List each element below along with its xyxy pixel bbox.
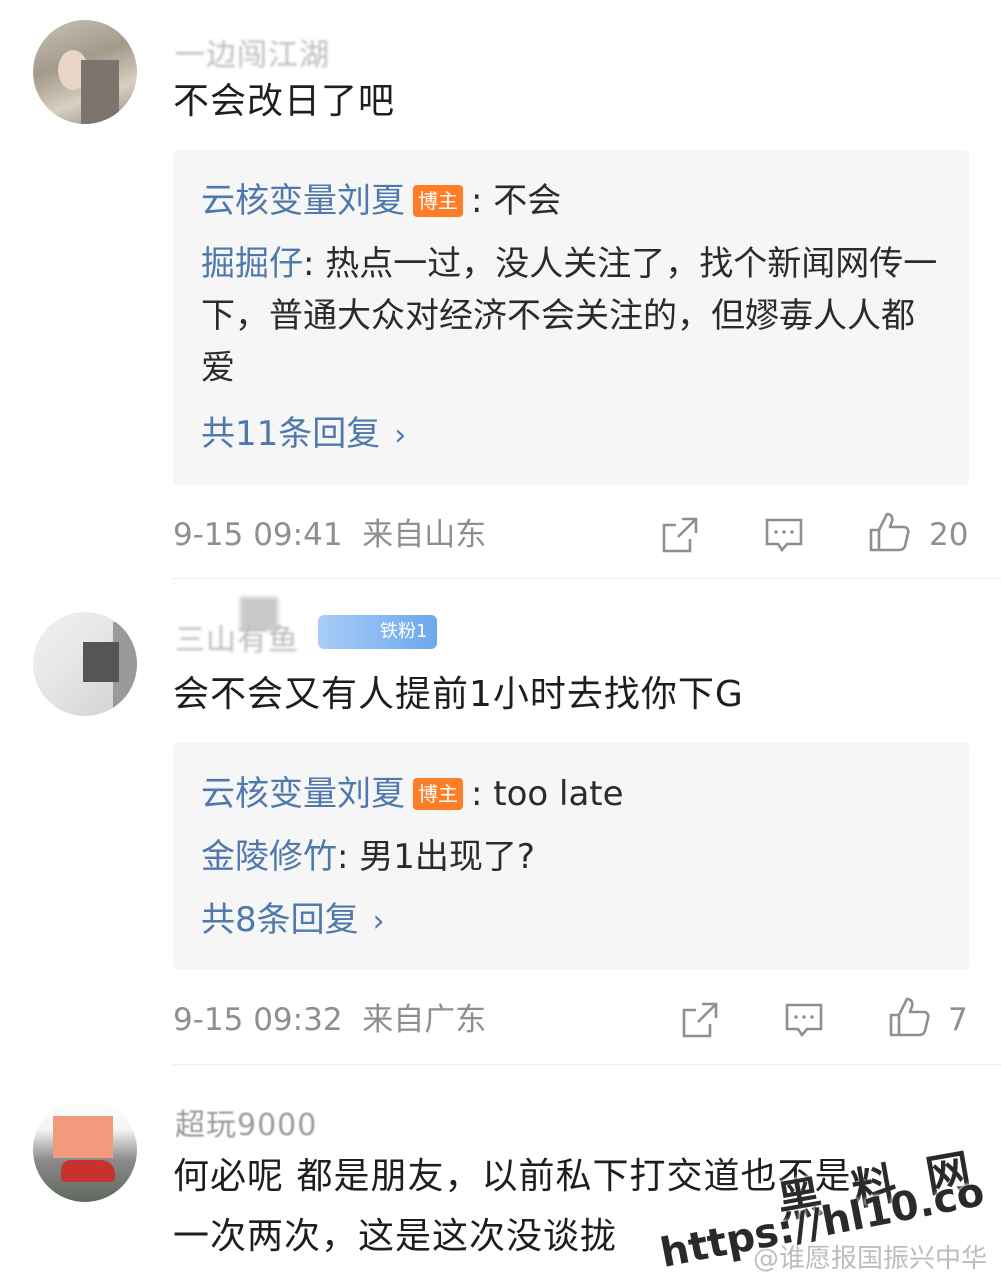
comment-time: 9-15 09:41	[173, 517, 343, 553]
share-button[interactable]	[680, 1000, 720, 1040]
weibo-comment-list: 一边闯江湖 不会改日了吧 云核变量刘夏 博主: 不会 掘掘仔: 热点一过，没人关注…	[0, 0, 1001, 1280]
like-button[interactable]	[887, 995, 931, 1039]
comment-text: 会不会又有人提前1小时去找你下G	[173, 674, 744, 715]
like-count: 7	[948, 1002, 968, 1038]
view-all-replies-link[interactable]: 共11条回复 ›	[201, 408, 406, 462]
reply-text: : too late	[471, 774, 624, 814]
blogger-badge: 博主	[413, 777, 463, 810]
blogger-badge: 博主	[413, 184, 463, 217]
reply-author-name[interactable]: 掘掘仔	[201, 244, 303, 284]
reply-line: 云核变量刘夏 博主: too late	[201, 768, 624, 820]
reply-author-name[interactable]: 云核变量刘夏	[201, 774, 405, 814]
comment-text: 不会改日了吧	[173, 81, 396, 122]
like-count: 20	[929, 517, 969, 553]
like-button[interactable]	[867, 510, 911, 554]
reply-author-name[interactable]: 金陵修竹	[201, 837, 337, 877]
comment-icon	[765, 518, 803, 553]
view-all-replies-label: 共8条回复	[201, 900, 359, 940]
reply-author-name[interactable]: 云核变量刘夏	[201, 181, 405, 221]
comment-username[interactable]: 一边闯江湖	[175, 30, 330, 74]
reply-line: 云核变量刘夏 博主: 不会	[201, 175, 561, 227]
divider	[173, 578, 1001, 579]
avatar[interactable]	[33, 20, 137, 124]
divider	[173, 1064, 1001, 1065]
comment-time: 9-15 09:32	[173, 1002, 343, 1038]
avatar[interactable]	[33, 1098, 137, 1202]
comment-text: 一次两次，这是这次没谈拢	[173, 1216, 618, 1257]
comment-meta: 9-15 09:32 来自广东	[173, 1000, 486, 1040]
share-button[interactable]	[660, 515, 700, 555]
reply-preview-box[interactable]: 云核变量刘夏 博主: too late 金陵修竹: 男1出现了? 共8条回复 ›	[173, 743, 969, 969]
reply-preview-box[interactable]: 云核变量刘夏 博主: 不会 掘掘仔: 热点一过，没人关注了，找个新闻网传一下，普通…	[173, 150, 969, 485]
reply-text: : 男1出现了?	[337, 837, 535, 877]
share-icon	[662, 517, 698, 553]
view-all-replies-link[interactable]: 共8条回复 ›	[201, 894, 385, 948]
reply-line: 掘掘仔: 热点一过，没人关注了，找个新闻网传一下，普通大众对经济不会关注的，但嫪…	[201, 238, 941, 394]
comment-meta: 9-15 09:41 来自山东	[173, 515, 486, 555]
thumbs-up-icon	[889, 997, 930, 1037]
view-all-replies-label: 共11条回复	[201, 414, 381, 454]
chevron-right-icon: ›	[372, 904, 385, 939]
share-icon	[682, 1002, 718, 1038]
fan-badge: 铁粉1	[318, 615, 438, 649]
comment-location: 来自广东	[362, 1002, 487, 1038]
thumbs-up-icon	[869, 512, 910, 552]
reply-line: 金陵修竹: 男1出现了?	[201, 831, 535, 883]
comment-username[interactable]: 三山有鱼	[175, 615, 299, 659]
comment-location: 来自山东	[362, 517, 487, 553]
reply-text: : 不会	[471, 181, 562, 221]
chevron-right-icon: ›	[394, 418, 407, 453]
comment-button[interactable]	[764, 515, 804, 555]
avatar[interactable]	[33, 612, 137, 716]
reply-text: : 热点一过，没人关注了，找个新闻网传一下，普通大众对经济不会关注的，但嫪毐人人…	[201, 244, 938, 388]
comment-username[interactable]: 超玩9000	[175, 1100, 317, 1144]
comment-button[interactable]	[784, 1000, 824, 1040]
comment-icon	[785, 1003, 823, 1038]
comment-text: 何必呢 都是朋友，以前私下打交道也不是	[173, 1156, 852, 1197]
